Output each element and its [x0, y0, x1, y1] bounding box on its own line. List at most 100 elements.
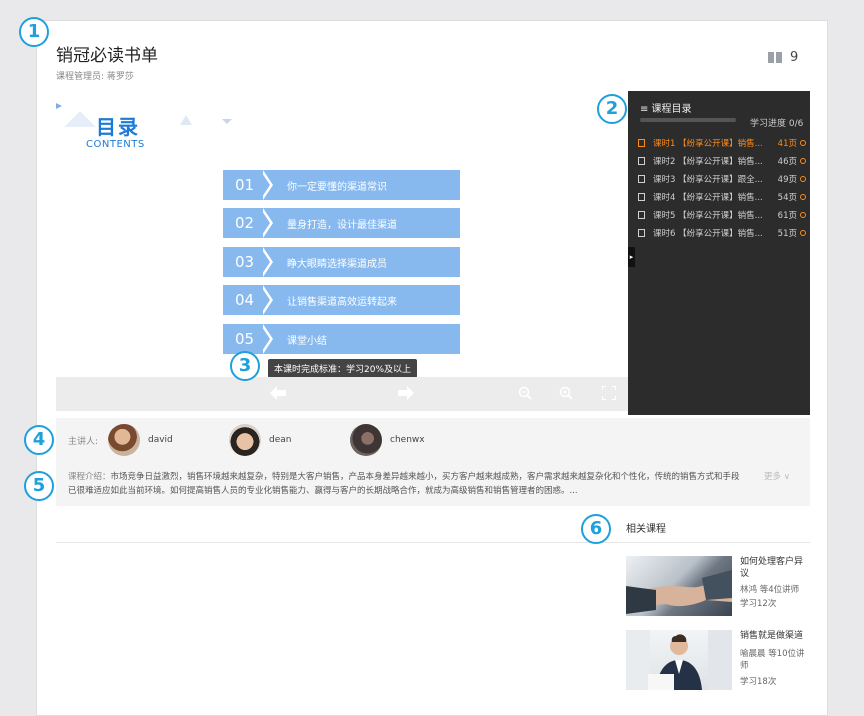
decor-triangle — [64, 111, 96, 127]
toc-number: 02 — [235, 214, 255, 232]
arrow-left-icon[interactable] — [270, 386, 286, 404]
lecturer-name: david — [148, 435, 173, 445]
lecturer-section: 主讲人: david dean chenwx 课程介绍：市场竞争日益激烈，销售环… — [56, 418, 810, 506]
status-ring-icon — [800, 212, 806, 218]
annotation-marker-1: 1 — [19, 17, 49, 47]
lecturer-item[interactable]: dean — [229, 424, 291, 456]
intro-label: 课程介绍： — [68, 472, 111, 482]
lecturer-item[interactable]: david — [108, 424, 173, 456]
arrow-right-icon[interactable] — [398, 386, 414, 404]
document-icon — [638, 211, 645, 219]
toc-item: 04 让销售渠道高效运转起来 — [223, 285, 460, 315]
slide-subheading: CONTENTS — [86, 139, 145, 150]
annotation-marker-4: 4 — [24, 425, 54, 455]
fullscreen-icon[interactable] — [601, 385, 617, 404]
course-manager: 课程管理员: 蒋罗莎 — [56, 72, 134, 82]
book-count: 9 — [768, 50, 798, 65]
decor-triangle — [180, 115, 192, 125]
status-ring-icon — [800, 176, 806, 182]
toc-text: 课堂小结 — [287, 335, 327, 347]
lesson-pages: 54页 — [777, 193, 797, 203]
zoom-out-icon[interactable] — [518, 386, 532, 404]
related-course-views: 学习18次 — [740, 677, 777, 687]
chevron-right-icon — [260, 285, 273, 315]
divider — [56, 542, 810, 543]
lecturer-item[interactable]: chenwx — [350, 424, 425, 456]
book-count-value: 9 — [790, 50, 799, 65]
document-icon — [638, 229, 645, 237]
chevron-right-icon — [260, 170, 273, 200]
course-title: 销冠必读书单 — [56, 46, 158, 66]
progress-label: 学习进度 0/6 — [750, 119, 804, 129]
lesson-pages: 61页 — [777, 211, 797, 221]
annotation-marker-3: 3 — [230, 351, 260, 381]
related-course-views: 学习12次 — [740, 599, 777, 609]
lesson-item[interactable]: 课时3 【纷享公开课】跟全... 49页 — [638, 171, 806, 187]
lesson-item[interactable]: 课时4 【纷享公开课】销售... 54页 — [638, 189, 806, 205]
lesson-item[interactable]: 课时5 【纷享公开课】销售... 61页 — [638, 207, 806, 223]
lesson-pages: 51页 — [777, 229, 797, 239]
chevron-right-icon — [260, 208, 273, 238]
lesson-title: 课时5 【纷享公开课】销售... — [653, 211, 763, 221]
toc-number: 05 — [235, 330, 255, 348]
related-courses-title: 相关课程 — [626, 524, 666, 535]
course-intro: 课程介绍：市场竞争日益激烈，销售环境越来越复杂，特别是大客户销售，产品本身差异越… — [68, 470, 744, 498]
lesson-item[interactable]: 课时1 【纷享公开课】销售... 41页 — [638, 135, 806, 151]
toc-item: 01 你一定要懂的渠道常识 — [223, 170, 460, 200]
lesson-title: 课时3 【纷享公开课】跟全... — [653, 175, 763, 185]
document-icon — [638, 193, 645, 201]
annotation-marker-6: 6 — [581, 514, 611, 544]
chevron-right-icon — [260, 324, 273, 354]
viewer-toolbar — [56, 377, 628, 411]
zoom-in-icon[interactable] — [559, 386, 573, 404]
lesson-title: 课时4 【纷享公开课】销售... — [653, 193, 763, 203]
chevron-right-icon — [260, 247, 273, 277]
toc-number: 03 — [235, 253, 255, 271]
document-icon — [638, 157, 645, 165]
toc-text: 让销售渠道高效运转起来 — [287, 296, 397, 308]
toc-text: 你一定要懂的渠道常识 — [287, 181, 387, 193]
book-icon — [768, 52, 782, 63]
toc-item: 03 睁大眼睛选择渠道成员 — [223, 247, 460, 277]
collapse-panel-icon[interactable]: ▸ — [628, 247, 635, 267]
lesson-title: 课时6 【纷享公开课】销售... — [653, 229, 763, 239]
progress-bar — [640, 118, 736, 122]
slide-viewer[interactable]: 目录 CONTENTS 01 你一定要懂的渠道常识 02 量身打造，设计最佳渠道… — [56, 91, 628, 415]
avatar — [108, 424, 140, 456]
decor-triangle — [56, 103, 62, 109]
document-icon — [638, 175, 645, 183]
related-course-name[interactable]: 如何处理客户异议 — [740, 556, 806, 580]
related-course-thumbnail[interactable] — [626, 556, 732, 616]
related-course-teachers: 喻晨晨 等10位讲师 — [740, 649, 805, 671]
annotation-marker-2: 2 — [597, 94, 627, 124]
catalog-title: ≡ 课程目录 — [640, 104, 692, 115]
document-icon — [638, 139, 645, 147]
lesson-pages: 41页 — [777, 139, 797, 149]
lesson-title: 课时1 【纷享公开课】销售... — [653, 139, 763, 149]
status-ring-icon — [800, 158, 806, 164]
status-ring-icon — [800, 194, 806, 200]
avatar — [350, 424, 382, 456]
annotation-marker-5: 5 — [24, 471, 54, 501]
status-ring-icon — [800, 230, 806, 236]
related-course-teachers: 林鸿 等4位讲师 — [740, 585, 800, 595]
toc-item: 05 课堂小结 — [223, 324, 460, 354]
course-catalog-panel: ≡ 课程目录 学习进度 0/6 课时1 【纷享公开课】销售... 41页 课时2… — [628, 91, 810, 415]
decor-triangle — [222, 119, 232, 124]
lesson-item[interactable]: 课时6 【纷享公开课】销售... 51页 — [638, 225, 806, 241]
more-button[interactable]: 更多 ∨ — [764, 470, 790, 482]
lesson-item[interactable]: 课时2 【纷享公开课】销售... 46页 — [638, 153, 806, 169]
lecturer-name: chenwx — [390, 435, 425, 445]
lesson-pages: 49页 — [777, 175, 797, 185]
related-course-name[interactable]: 销售就是做渠道 — [740, 630, 806, 642]
lecturer-label: 主讲人: — [68, 437, 99, 447]
intro-text: 市场竞争日益激烈，销售环境越来越复杂，特别是大客户销售，产品本身差异越来越小，买… — [68, 472, 740, 496]
toc-item: 02 量身打造，设计最佳渠道 — [223, 208, 460, 238]
toc-text: 睁大眼睛选择渠道成员 — [287, 258, 387, 270]
slide-heading: 目录 — [96, 115, 140, 139]
toc-number: 01 — [235, 176, 255, 194]
related-course-thumbnail[interactable] — [626, 630, 732, 690]
status-ring-icon — [800, 140, 806, 146]
avatar — [229, 424, 261, 456]
toc-text: 量身打造，设计最佳渠道 — [287, 219, 397, 231]
